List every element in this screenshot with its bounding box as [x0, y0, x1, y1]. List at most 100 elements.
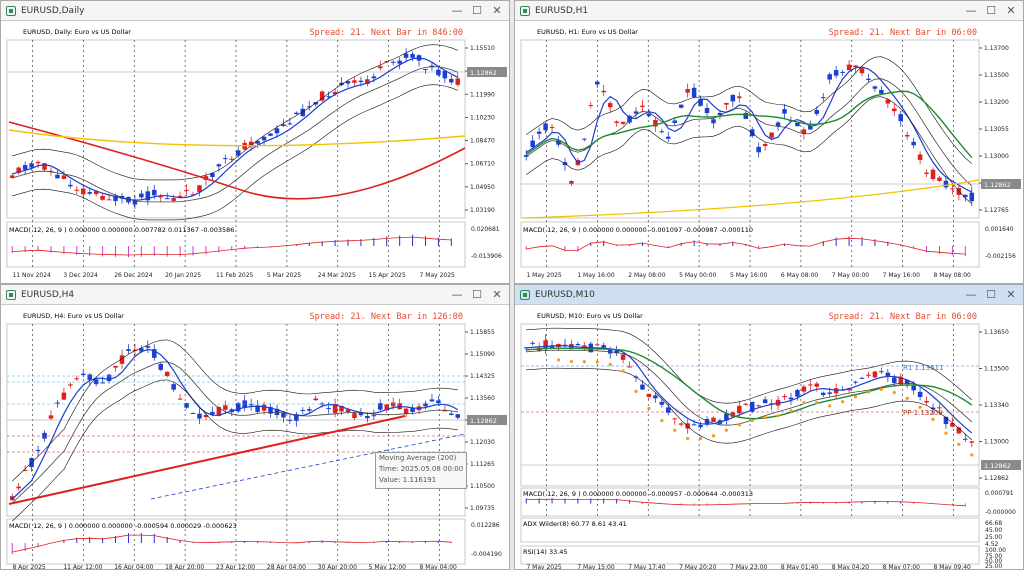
candle [158, 196, 164, 198]
candle [762, 143, 768, 147]
minimize-icon[interactable]: — [449, 287, 465, 303]
time-label: 7 May 2025 [420, 272, 455, 279]
candle [35, 449, 41, 451]
window-title: EURUSD,H1 [535, 6, 589, 16]
minimize-icon[interactable]: — [449, 3, 465, 19]
candle [365, 415, 370, 419]
candle [646, 113, 652, 116]
maximize-icon[interactable]: ☐ [983, 287, 999, 303]
candle [743, 403, 749, 405]
chart-window-h1[interactable]: EURUSD,H1 — ☐ ✕ EURUSD, H1: Euro vs US D… [514, 0, 1024, 284]
candle [171, 198, 176, 201]
macd-signal-line [12, 534, 452, 553]
candle [403, 408, 409, 414]
parabolic-sar-dot [815, 400, 819, 405]
time-label: 8 May 07:00 [883, 564, 921, 570]
candle [627, 366, 632, 368]
candle [872, 86, 878, 89]
symbol-label: EURUSD, H4: Euro vs US Dollar [23, 312, 124, 320]
candle [35, 161, 41, 164]
candle [190, 413, 196, 415]
time-label: 7 May 15:00 [577, 564, 615, 570]
candle [287, 123, 293, 125]
candle [87, 192, 92, 194]
candle [530, 140, 535, 148]
chart-window-daily[interactable]: EURUSD,Daily — ☐ ✕ EURUSD, Daily: Euro v… [0, 0, 510, 284]
current-price: 1.12862 [470, 69, 497, 77]
spread-label: Spread: 21. Next Bar in 06:00 [829, 28, 977, 38]
bollinger-upper-line [526, 56, 972, 164]
macd-label: MACD( 12, 26, 9 ) 0.000000 0.000000 0.00… [9, 226, 234, 234]
spread-label: Spread: 21. Next Bar in 126:00 [309, 312, 463, 322]
candle [74, 189, 80, 191]
fast-ma-line [525, 66, 973, 193]
symbol-label: EURUSD, Daily: Euro vs US Dollar [23, 28, 131, 36]
candle [390, 402, 396, 407]
candle [659, 131, 665, 133]
window-titlebar[interactable]: EURUSD,H1 — ☐ ✕ [515, 1, 1023, 21]
candle [80, 373, 86, 376]
chart-window-m10[interactable]: EURUSD,M10 — ☐ ✕ EURUSD, M10: Euro vs US… [514, 284, 1024, 570]
price-level: 1.10500 [470, 483, 495, 490]
candle [859, 68, 865, 74]
candle [575, 343, 581, 346]
time-label: 20 Jan 2025 [165, 272, 201, 279]
macd-bottom-level: -0.004190 [471, 551, 502, 558]
maximize-icon[interactable]: ☐ [469, 3, 485, 19]
parabolic-sar-dot [634, 389, 638, 394]
minimize-icon[interactable]: — [963, 3, 979, 19]
candle [685, 89, 690, 93]
minimize-icon[interactable]: — [963, 287, 979, 303]
adx-level-2: 45.00 [985, 527, 1002, 534]
price-chart[interactable]: EURUSD, H1: Euro vs US Dollar Spread: 21… [515, 22, 1024, 284]
candle [820, 97, 826, 99]
candle [294, 112, 299, 115]
chart-icon [6, 290, 16, 300]
candle [48, 415, 54, 419]
chart-icon [6, 6, 16, 16]
close-icon[interactable]: ✕ [489, 3, 505, 19]
candle [872, 371, 878, 378]
parabolic-sar-dot [673, 428, 677, 432]
window-title: EURUSD,H4 [21, 290, 75, 300]
maximize-icon[interactable]: ☐ [983, 3, 999, 19]
window-titlebar[interactable]: EURUSD,Daily — ☐ ✕ [1, 1, 509, 21]
adx-level-3: 25.00 [985, 534, 1002, 541]
time-label: 7 May 23:00 [730, 564, 768, 570]
price-level: 1.12862 [984, 475, 1009, 482]
price-level: 1.10230 [470, 114, 495, 121]
candle [158, 363, 164, 370]
candle [814, 383, 820, 387]
close-icon[interactable]: ✕ [1003, 287, 1019, 303]
rsi-pane [520, 545, 980, 565]
candle [61, 392, 67, 400]
candle [164, 371, 170, 377]
window-titlebar[interactable]: EURUSD,H4 — ☐ ✕ [1, 285, 509, 305]
candle [80, 188, 86, 195]
price-chart[interactable]: EURUSD, H4: Euro vs US Dollar Spread: 21… [1, 306, 510, 570]
price-level: 1.15090 [470, 351, 495, 358]
price-chart[interactable]: EURUSD, Daily: Euro vs US Dollar Spread:… [1, 22, 510, 284]
candle [924, 172, 929, 174]
price-chart[interactable]: EURUSD, M10: Euro vs US Dollar Spread: 2… [515, 306, 1024, 570]
maximize-icon[interactable]: ☐ [469, 287, 485, 303]
candle [145, 346, 151, 348]
candle [223, 158, 228, 160]
candle [691, 424, 697, 426]
chart-window-h4[interactable]: EURUSD,H4 — ☐ ✕ EURUSD, H4: Euro vs US D… [0, 284, 510, 570]
chart-body: 7 May 2025 7 May 15:00 7 May 17:40 7 May 20… [520, 323, 1021, 570]
candle [917, 391, 923, 398]
candle [859, 377, 865, 379]
candle [711, 417, 716, 423]
candle [924, 400, 929, 403]
gold-ma-line [522, 179, 980, 219]
close-icon[interactable]: ✕ [489, 287, 505, 303]
window-titlebar[interactable]: EURUSD,M10 — ☐ ✕ [515, 285, 1023, 305]
candle [666, 136, 671, 139]
candle [769, 132, 774, 138]
close-icon[interactable]: ✕ [1003, 3, 1019, 19]
candle [171, 384, 176, 390]
time-label: 8 Apr 2025 [12, 564, 45, 570]
parabolic-sar-dot [660, 418, 664, 423]
candle [68, 184, 73, 187]
